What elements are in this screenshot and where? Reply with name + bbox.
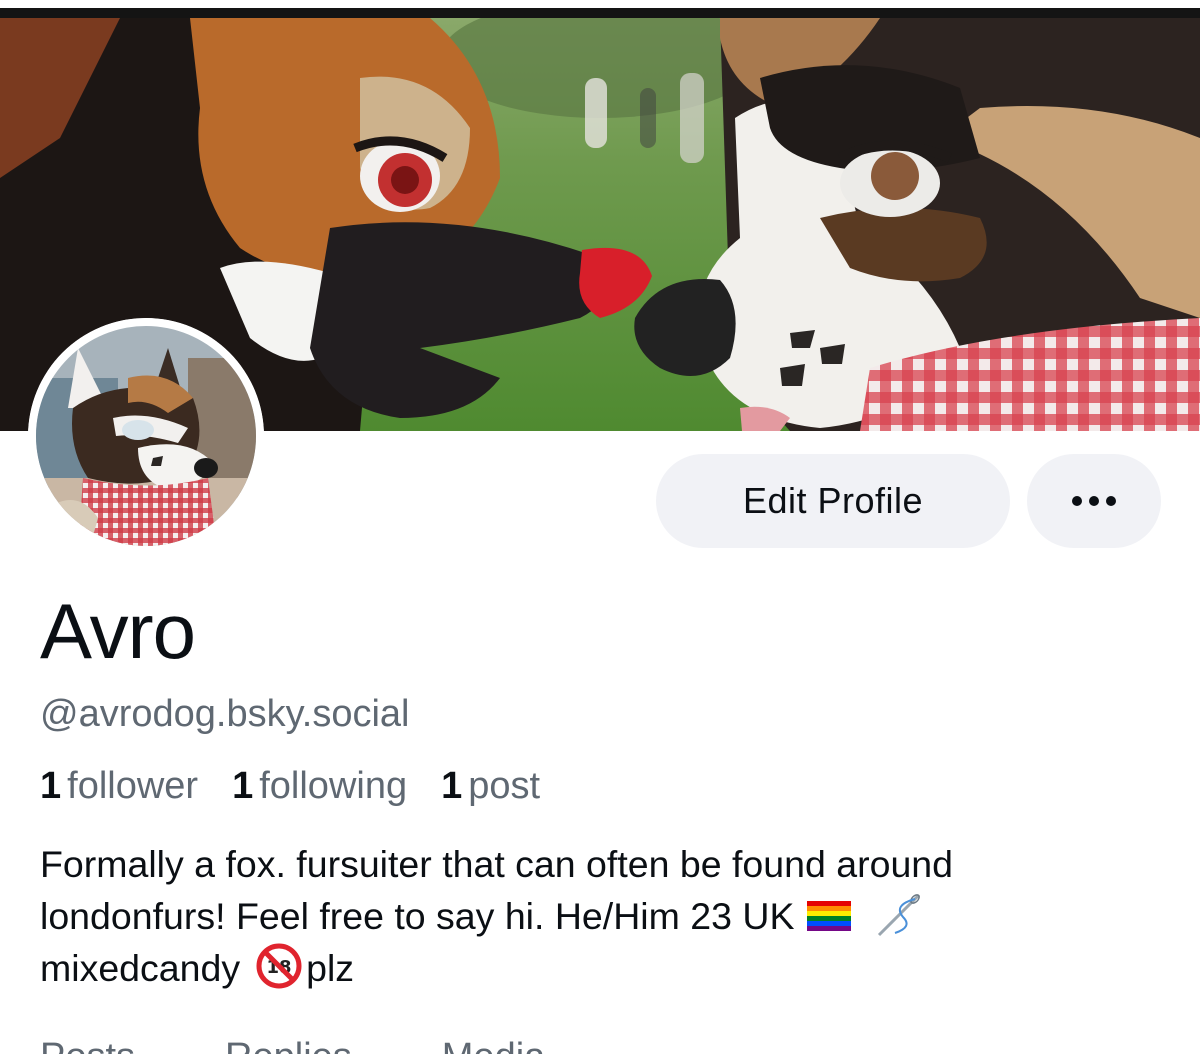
followers-count-link[interactable]: 1 follower bbox=[40, 765, 198, 808]
bio-line: mixedcandy18plz bbox=[40, 942, 1170, 994]
bio-line: Formally a fox. fursuiter that can often… bbox=[40, 843, 954, 885]
posts-count: 1 post bbox=[441, 765, 541, 807]
profile-handle: @avrodog.bsky.social bbox=[40, 693, 410, 735]
profile-stats: 1 follower 1 following 1 post bbox=[40, 765, 541, 808]
rainbow-flag-icon bbox=[806, 901, 851, 931]
profile-avatar[interactable] bbox=[28, 318, 264, 554]
profile-bio: Formally a fox. fursuiter that can often… bbox=[40, 838, 1170, 994]
tab-media[interactable]: Media bbox=[442, 1038, 546, 1054]
sewing-needle-icon bbox=[877, 893, 920, 937]
display-name: Avro bbox=[40, 587, 196, 675]
tab-replies[interactable]: Replies bbox=[225, 1038, 352, 1054]
profile-tabs: Posts Replies Media bbox=[40, 1038, 545, 1054]
following-count-link[interactable]: 1 following bbox=[232, 765, 407, 808]
no-one-under-18-icon: 18 bbox=[256, 943, 302, 989]
edit-profile-button[interactable]: Edit Profile bbox=[656, 454, 1010, 548]
status-bar-edge bbox=[0, 0, 1200, 19]
tab-posts[interactable]: Posts bbox=[40, 1038, 135, 1054]
more-options-button[interactable] bbox=[1027, 454, 1161, 548]
ellipsis-icon bbox=[1072, 496, 1082, 506]
bio-line: londonfurs! Feel free to say hi. He/Him … bbox=[40, 890, 1170, 942]
